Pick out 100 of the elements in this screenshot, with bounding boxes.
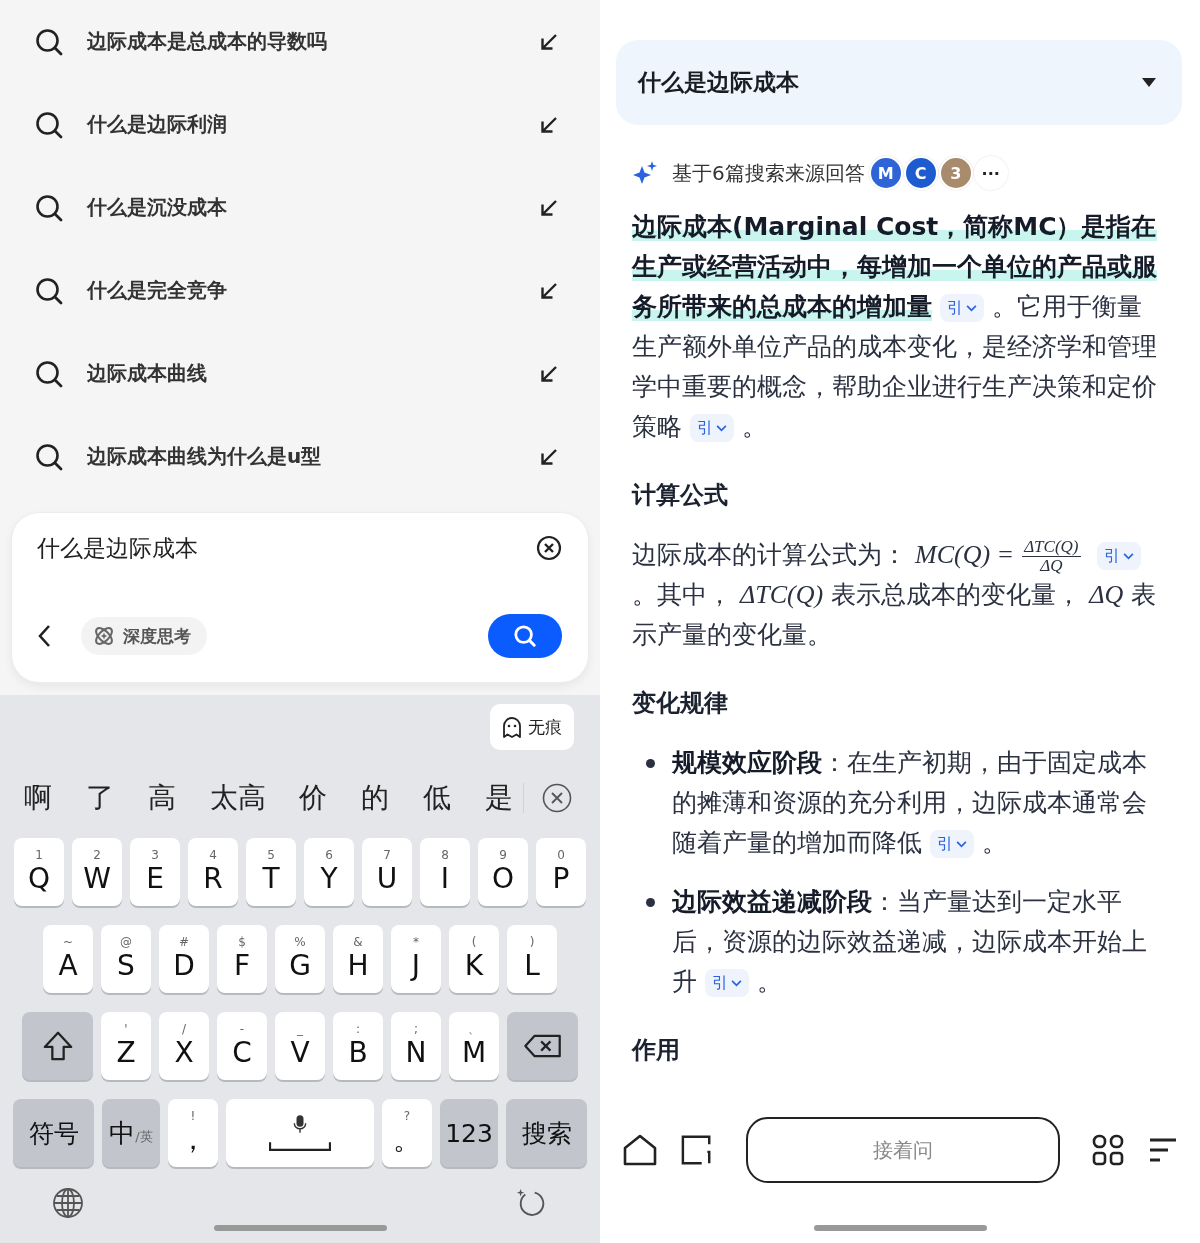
letter-key[interactable]: / X [159,1012,209,1080]
citation-button[interactable]: 引 [705,969,749,997]
suggestion-item[interactable]: 什么是边际利润 [0,83,600,166]
follow-up-field[interactable]: 接着问 [745,1117,1060,1183]
candidate-word[interactable]: 低 [423,779,452,817]
letter-key[interactable]: 3 E [130,838,180,906]
search-icon [35,27,63,56]
letter-key[interactable]: 、 M [449,1012,499,1080]
citation-button[interactable]: 引 [690,414,734,442]
letter-key[interactable]: 5 T [246,838,296,906]
letter-key[interactable]: _ V [275,1012,325,1080]
punctuation-key[interactable]: ? 。 [382,1099,432,1167]
citation-button[interactable]: 引 [940,294,984,322]
suggestion-item[interactable]: 什么是完全竞争 [0,249,600,332]
function-key[interactable]: 123 [440,1099,498,1167]
chevron-icon [716,424,727,432]
grid-icon[interactable] [1091,1134,1124,1166]
letter-key[interactable]: 9 O [478,838,528,906]
chevron-icon [966,304,977,312]
letter-key[interactable]: 7 U [362,838,412,906]
function-key[interactable]: 搜索 [506,1099,587,1167]
letter-key[interactable]: % G [275,925,325,993]
letter-key[interactable]: # D [159,925,209,993]
letter-key[interactable]: - C [217,1012,267,1080]
ghost-icon [502,716,522,738]
candidate-word[interactable]: 了 [85,779,114,817]
bullet-dot [646,898,655,907]
back-icon[interactable] [37,624,51,648]
source-avatar[interactable]: M [868,156,903,190]
candidate-word[interactable]: 的 [361,779,390,817]
candidate-word[interactable]: 高 [147,779,176,817]
letter-key[interactable]: ) L [507,925,557,993]
search-icon [513,624,537,648]
letter-key[interactable]: 8 I [420,838,470,906]
letter-key[interactable]: 4 R [188,838,238,906]
close-icon[interactable] [542,783,572,813]
section-heading: 变化规律 [632,688,729,719]
incognito-button[interactable]: 无痕 [490,704,574,750]
citation-button[interactable]: 引 [1096,542,1141,570]
space-key[interactable] [226,1099,374,1167]
section-heading: 计算公式 [632,480,729,511]
chevron-icon [956,840,967,848]
atom-icon [93,625,115,647]
home-icon[interactable] [623,1134,657,1166]
letter-key[interactable]: ; N [391,1012,441,1080]
letter-key[interactable]: 0 P [536,838,586,906]
letter-key[interactable]: ~ A [43,925,93,993]
arrow-icon[interactable] [540,115,558,134]
search-icon [35,110,63,139]
chevron-icon [1122,552,1134,560]
search-button[interactable] [488,614,562,658]
search-field[interactable]: 什么是边际成本 [37,535,536,561]
letter-key[interactable]: 2 W [72,838,122,906]
arrow-icon[interactable] [540,447,558,466]
deep-think-toggle[interactable]: 深度思考 [81,617,207,655]
candidate-word[interactable]: 太高 [209,779,266,817]
punctuation-key[interactable]: ! ， [168,1099,218,1167]
globe-icon[interactable] [52,1187,84,1219]
suggestion-item[interactable]: 边际成本曲线为什么是u型 [0,415,600,498]
section-heading: 作用 [632,1035,681,1066]
answer-paragraph: 边际成本(Marginal Cost，简称MC）是指在生产或经营活动中，每增加一个单位的产品或服务所带来的总成本的增加量 引 。它用于衡量生产额外单位产品的成本变化，是经济学和管理学中重要的概念，帮助企业进行生产决策和定价策略 引 。 [632,211,1158,444]
bullet-text: 规模效应阶段：在生产初期，由于固定成本的摊薄和资源的充分利用，边际成本通常会随着产量的增加而降低 引 。 [672,747,1148,860]
letter-key[interactable]: ( K [449,925,499,993]
clear-icon[interactable] [536,535,562,561]
letter-key[interactable]: @ S [101,925,151,993]
arrow-icon[interactable] [540,198,558,217]
letter-key[interactable]: 6 Y [304,838,354,906]
sources-label[interactable]: 基于6篇搜索来源回答 [672,159,865,187]
search-icon [35,359,63,388]
letter-key[interactable]: : B [333,1012,383,1080]
microphone-icon [293,1114,307,1134]
candidate-word[interactable]: 是 [484,779,513,817]
letter-key[interactable]: 1 Q [14,838,64,906]
search-icon [35,193,63,222]
arrow-icon[interactable] [540,281,558,300]
letter-key[interactable]: $ F [217,925,267,993]
backspace-key[interactable] [507,1012,578,1080]
question-dropdown[interactable]: 什么是边际成本 [616,40,1182,125]
menu-icon[interactable] [1148,1137,1178,1163]
search-icon [35,276,63,305]
citation-button[interactable]: 引 [930,830,974,858]
letter-key[interactable]: & H [333,925,383,993]
bullet-dot [646,759,655,768]
suggestion-item[interactable]: 边际成本是总成本的导数吗 [0,0,600,83]
sparkle-icon [632,160,658,186]
suggestion-item[interactable]: 边际成本曲线 [0,332,600,415]
source-avatar[interactable]: C [903,156,938,190]
refresh-icon[interactable] [514,1187,546,1219]
letter-key[interactable]: * J [391,925,441,993]
source-avatar[interactable]: ··· [973,156,1008,190]
language-key[interactable]: 中/英 [102,1099,160,1167]
function-key[interactable]: 符号 [13,1099,94,1167]
shift-key[interactable] [22,1012,93,1080]
arrow-icon[interactable] [540,32,558,51]
space-icon [269,1142,331,1152]
suggestion-item[interactable]: 什么是沉没成本 [0,166,600,249]
candidate-word[interactable]: 啊 [24,779,52,817]
letter-key[interactable]: ' Z [101,1012,151,1080]
arrow-icon[interactable] [540,364,558,383]
candidate-word[interactable]: 价 [299,779,328,817]
